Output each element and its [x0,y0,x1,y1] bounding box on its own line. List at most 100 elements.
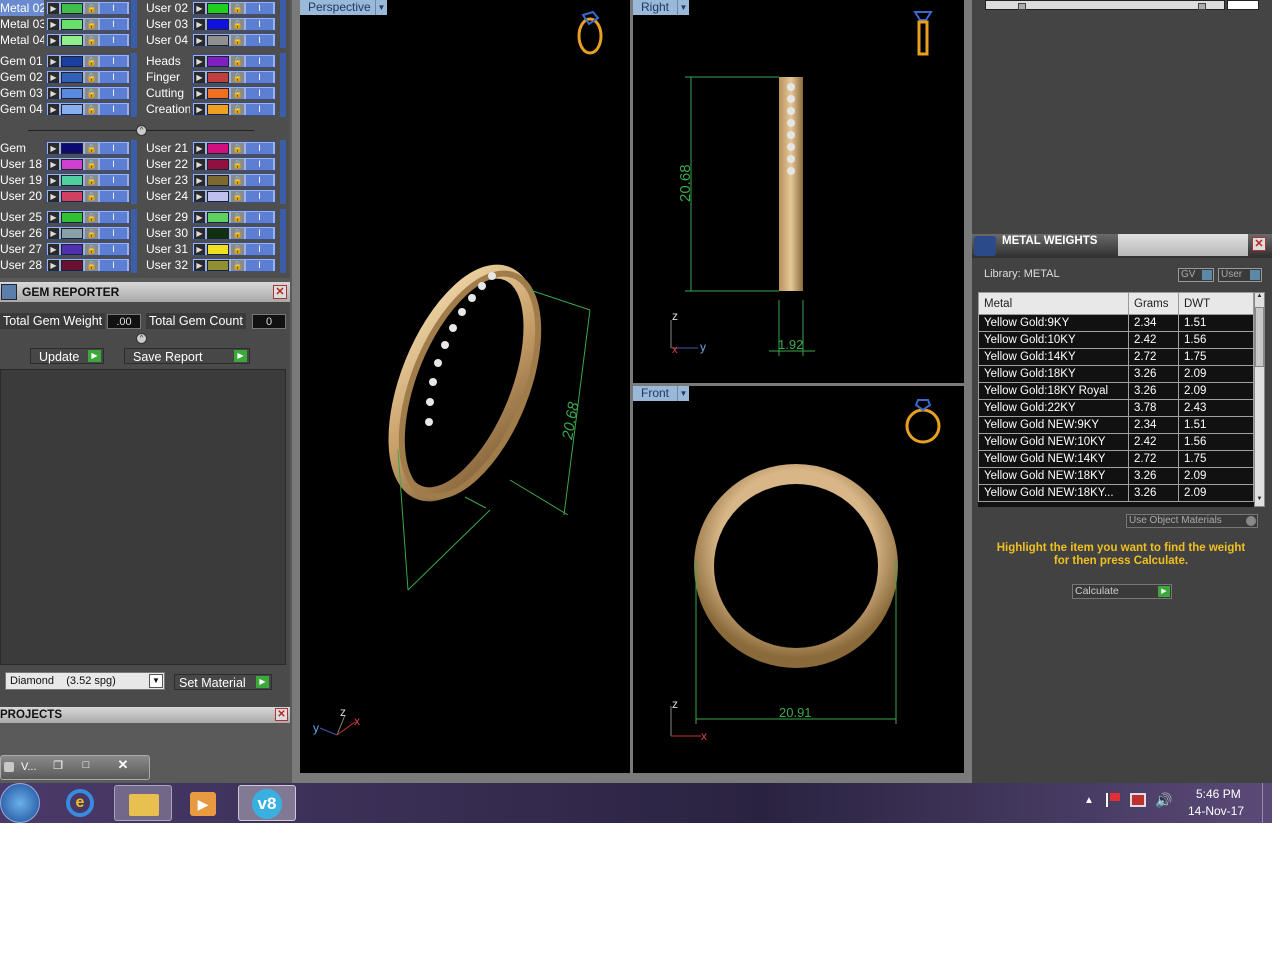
layer-color-swatch[interactable] [207,72,229,83]
visibility-toggle[interactable]: I [246,19,273,30]
slider-value-box[interactable] [1227,0,1259,10]
layer-name[interactable]: Metal 03 [0,16,44,32]
close-icon[interactable]: ✕ [111,757,135,773]
layer-row[interactable]: User 32 ▶ 🔒 I [146,257,286,273]
layer-row[interactable]: Creation ▶ 🔒 I [146,101,286,117]
volume-icon[interactable]: 🔊 [1155,792,1172,809]
lock-icon[interactable]: 🔒 [231,88,244,99]
lock-icon[interactable]: 🔒 [85,3,98,14]
expand-arrow-icon[interactable]: ▶ [194,88,205,99]
layer-name[interactable]: User 19 [0,172,44,188]
expand-arrow-icon[interactable]: ▶ [194,72,205,83]
lock-icon[interactable]: 🔒 [85,35,98,46]
visibility-toggle[interactable]: I [246,244,273,255]
layer-name[interactable]: User 18 [0,156,44,172]
lock-icon[interactable]: 🔒 [231,175,244,186]
gv-toggle[interactable]: GV [1178,268,1214,282]
table-row[interactable]: Yellow Gold:14KY 2.72 1.75 [978,348,1254,366]
layer-row[interactable]: User 23 ▶ 🔒 I [146,172,286,188]
layer-color-swatch[interactable] [207,244,229,255]
layer-color-swatch[interactable] [61,175,83,186]
layer-name[interactable]: User 27 [0,241,44,257]
layer-color-swatch[interactable] [61,159,83,170]
layer-color-swatch[interactable] [61,260,83,271]
lock-icon[interactable]: 🔒 [85,88,98,99]
expand-arrow-icon[interactable]: ▶ [194,260,205,271]
layer-color-swatch[interactable] [61,88,83,99]
layer-row[interactable]: User 25 ▶ 🔒 I [0,209,140,225]
visibility-toggle[interactable]: I [246,56,273,67]
lock-icon[interactable]: 🔒 [231,212,244,223]
lock-icon[interactable]: 🔒 [231,104,244,115]
scroll-thumb[interactable] [1255,307,1264,367]
layer-name[interactable]: Gem 03 [0,85,44,101]
expand-arrow-icon[interactable]: ▶ [48,191,59,202]
layer-name[interactable]: User 24 [146,188,190,204]
layer-name[interactable]: User 30 [146,225,190,241]
lock-icon[interactable]: 🔒 [231,72,244,83]
visibility-toggle[interactable]: I [100,244,127,255]
expand-arrow-icon[interactable]: ▶ [194,244,205,255]
layer-row[interactable]: Gem 04 ▶ 🔒 I [0,101,140,117]
layer-name[interactable]: User 22 [146,156,190,172]
visibility-toggle[interactable]: I [246,228,273,239]
visibility-toggle[interactable]: I [100,191,127,202]
visibility-toggle[interactable]: I [100,159,127,170]
layer-row[interactable]: User 24 ▶ 🔒 I [146,188,286,204]
layer-color-swatch[interactable] [207,228,229,239]
layer-color-swatch[interactable] [207,191,229,202]
layer-row[interactable]: User 19 ▶ 🔒 I [0,172,140,188]
layer-row[interactable]: Metal 03 ▶ 🔒 I [0,16,140,32]
layer-row[interactable]: Finger ▶ 🔒 I [146,69,286,85]
layer-name[interactable]: User 23 [146,172,190,188]
layer-name[interactable]: Gem 02 [0,69,44,85]
clock-date[interactable]: 14-Nov-17 [1188,804,1244,818]
layer-color-swatch[interactable] [61,143,83,154]
expand-arrow-icon[interactable]: ▶ [48,244,59,255]
visibility-toggle[interactable]: I [100,56,127,67]
table-row[interactable]: Yellow Gold:18KY 3.26 2.09 [978,365,1254,383]
visibility-toggle[interactable]: I [100,260,127,271]
layer-name[interactable]: Metal 02 [0,0,44,16]
visibility-toggle[interactable]: I [246,35,273,46]
layer-color-swatch[interactable] [61,35,83,46]
visibility-toggle[interactable]: I [246,143,273,154]
lock-icon[interactable]: 🔒 [85,228,98,239]
slider-handle-left[interactable] [1018,3,1026,10]
minimized-window[interactable]: V... ❐ □ ✕ [0,755,150,780]
maximize-icon[interactable]: □ [75,759,97,774]
lock-icon[interactable]: 🔒 [85,143,98,154]
layer-color-swatch[interactable] [207,35,229,46]
layer-row[interactable]: Cutting ▶ 🔒 I [146,85,286,101]
expand-arrow-icon[interactable]: ▶ [194,104,205,115]
expand-arrow-icon[interactable]: ▶ [194,143,205,154]
layer-color-swatch[interactable] [207,19,229,30]
layer-name[interactable]: User 29 [146,209,190,225]
calculate-button[interactable]: Calculate ▶ [1072,584,1172,599]
layer-row[interactable]: User 31 ▶ 🔒 I [146,241,286,257]
layer-color-swatch[interactable] [207,104,229,115]
save-report-button[interactable]: Save Report ▶ [124,348,250,364]
visibility-toggle[interactable]: I [246,72,273,83]
layer-row[interactable]: User 21 ▶ 🔒 I [146,140,286,156]
layer-row[interactable]: User 22 ▶ 🔒 I [146,156,286,172]
layer-name[interactable]: User 31 [146,241,190,257]
layer-name[interactable]: User 25 [0,209,44,225]
lock-icon[interactable]: 🔒 [231,35,244,46]
expand-arrow-icon[interactable]: ▶ [194,19,205,30]
layer-color-swatch[interactable] [61,3,83,14]
update-button[interactable]: Update ▶ [30,348,104,364]
lock-icon[interactable]: 🔒 [85,191,98,202]
layer-row[interactable]: User 28 ▶ 🔒 I [0,257,140,273]
lock-icon[interactable]: 🔒 [85,72,98,83]
lock-icon[interactable]: 🔒 [231,19,244,30]
visibility-toggle[interactable]: I [100,212,127,223]
layer-color-swatch[interactable] [207,143,229,154]
layer-color-swatch[interactable] [207,175,229,186]
table-row[interactable]: Yellow Gold NEW:18KY 3.26 2.09 [978,467,1254,485]
expand-arrow-icon[interactable]: ▶ [194,3,205,14]
expand-arrow-icon[interactable]: ▶ [48,56,59,67]
visibility-toggle[interactable]: I [246,260,273,271]
visibility-toggle[interactable]: I [100,143,127,154]
expand-arrow-icon[interactable]: ▶ [194,35,205,46]
